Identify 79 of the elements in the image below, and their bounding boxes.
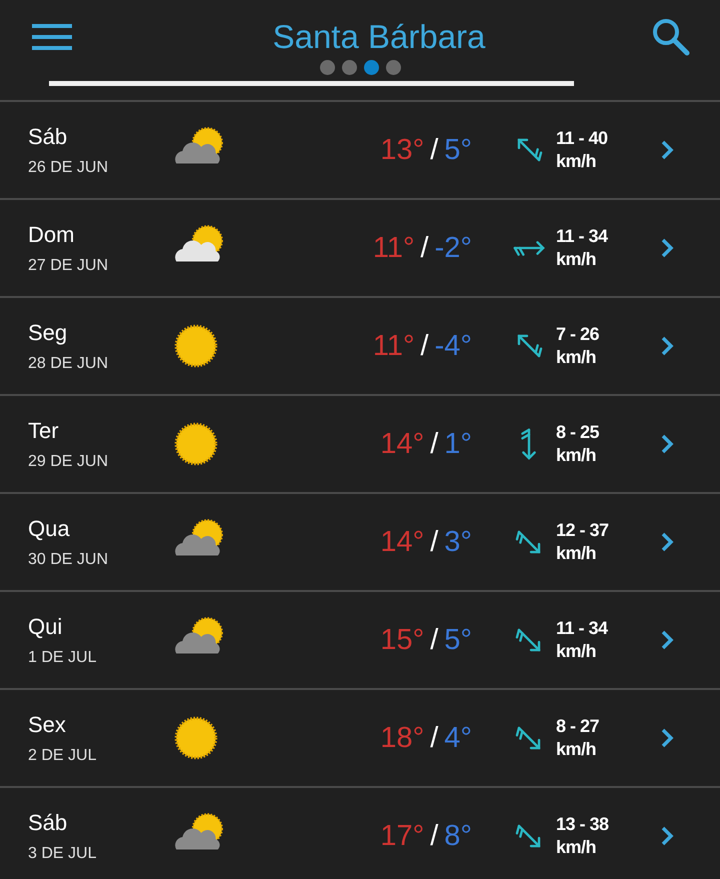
day-date: 28 DE JUN	[28, 354, 110, 372]
day-name: Sex	[28, 712, 67, 738]
page-indicator-dot[interactable]	[342, 60, 356, 75]
slash-separator: /	[430, 526, 438, 558]
slash-separator: /	[420, 232, 429, 264]
day-name: Dom	[28, 222, 76, 248]
low-temperature: -2°	[434, 232, 472, 264]
slash-separator: /	[430, 820, 438, 852]
chevron-right-icon	[660, 139, 674, 161]
wind-unit: km/h	[556, 836, 598, 859]
day-date: 1 DE JUL	[28, 648, 98, 666]
forecast-row[interactable]: Dom 27 DE JUN 11° / -2° 11 - 34 km/h	[0, 200, 720, 298]
slash-separator: /	[420, 330, 429, 362]
day-date: 27 DE JUN	[28, 256, 110, 274]
day-date: 29 DE JUN	[28, 452, 110, 470]
wind-speed: 13 - 38	[556, 813, 610, 836]
high-temperature: 11°	[372, 330, 415, 362]
wind-unit: km/h	[556, 738, 598, 761]
forecast-row[interactable]: Sex 2 DE JUL 18° / 4° 8 - 27 km/h	[0, 690, 720, 788]
day-date: 26 DE JUN	[28, 158, 110, 176]
forecast-row[interactable]: Qui 1 DE JUL 15° / 5° 11 - 34 km/h	[0, 592, 720, 690]
chevron-right-icon	[660, 629, 674, 651]
forecast-row[interactable]: Seg 28 DE JUN 11° / -4° 7 - 26 km/h	[0, 298, 720, 396]
day-name: Qua	[28, 516, 71, 542]
day-name: Seg	[28, 320, 68, 346]
wind-speed: 7 - 26	[556, 323, 600, 346]
wind-speed: 8 - 27	[556, 715, 600, 738]
slash-separator: /	[430, 722, 438, 754]
day-date: 2 DE JUL	[28, 746, 98, 764]
high-temperature: 17°	[380, 820, 424, 852]
wind-unit: km/h	[556, 542, 598, 565]
day-name: Qui	[28, 614, 64, 640]
low-temperature: 8°	[444, 820, 472, 852]
high-temperature: 15°	[380, 624, 424, 656]
search-icon[interactable]	[652, 18, 690, 56]
day-date: 30 DE JUN	[28, 550, 110, 568]
forecast-row[interactable]: Sáb 26 DE JUN 13° / 5° 11 - 40 km/h	[0, 102, 720, 200]
slash-separator: /	[430, 134, 438, 166]
high-temperature: 13°	[380, 134, 424, 166]
slash-separator: /	[430, 428, 438, 460]
low-temperature: 5°	[444, 624, 472, 656]
chevron-right-icon	[660, 335, 674, 357]
menu-icon[interactable]	[32, 23, 72, 51]
wind-unit: km/h	[556, 346, 598, 369]
city-title: Santa Bárbara	[272, 18, 486, 56]
wind-unit: km/h	[556, 248, 598, 271]
wind-unit: km/h	[556, 150, 598, 173]
low-temperature: 5°	[444, 134, 472, 166]
wind-unit: km/h	[556, 640, 598, 663]
page-indicator-dot[interactable]	[386, 60, 400, 75]
wind-unit: km/h	[556, 444, 598, 467]
forecast-row[interactable]: Ter 29 DE JUN 14° / 1° 8 - 25 km/h	[0, 396, 720, 494]
forecast-row[interactable]: Qua 30 DE JUN 14° / 3° 12 - 37 km/h	[0, 494, 720, 592]
wind-speed: 11 - 40	[556, 127, 609, 150]
low-temperature: 4°	[444, 722, 472, 754]
chevron-right-icon	[660, 825, 674, 847]
chevron-right-icon	[660, 237, 674, 259]
chevron-right-icon	[660, 727, 674, 749]
chevron-right-icon	[660, 433, 674, 455]
low-temperature: 1°	[444, 428, 472, 460]
slash-separator: /	[430, 624, 438, 656]
day-name: Ter	[28, 418, 60, 444]
day-date: 3 DE JUL	[28, 844, 98, 862]
high-temperature: 11°	[372, 232, 415, 264]
high-temperature: 14°	[380, 526, 424, 558]
page-indicator-dot[interactable]	[320, 60, 334, 75]
high-temperature: 14°	[380, 428, 424, 460]
high-temperature: 18°	[380, 722, 424, 754]
day-name: Sáb	[28, 124, 68, 150]
chevron-right-icon	[660, 531, 674, 553]
wind-speed: 8 - 25	[556, 421, 600, 444]
wind-speed: 11 - 34	[556, 617, 609, 640]
wind-speed: 12 - 37	[556, 519, 610, 542]
wind-speed: 11 - 34	[556, 225, 609, 248]
forecast-row[interactable]: Sáb 3 DE JUL 17° / 8° 13 - 38 km/h	[0, 788, 720, 879]
low-temperature: 3°	[444, 526, 472, 558]
page-indicator-dot[interactable]	[364, 60, 378, 75]
low-temperature: -4°	[434, 330, 472, 362]
day-name: Sáb	[28, 810, 68, 836]
